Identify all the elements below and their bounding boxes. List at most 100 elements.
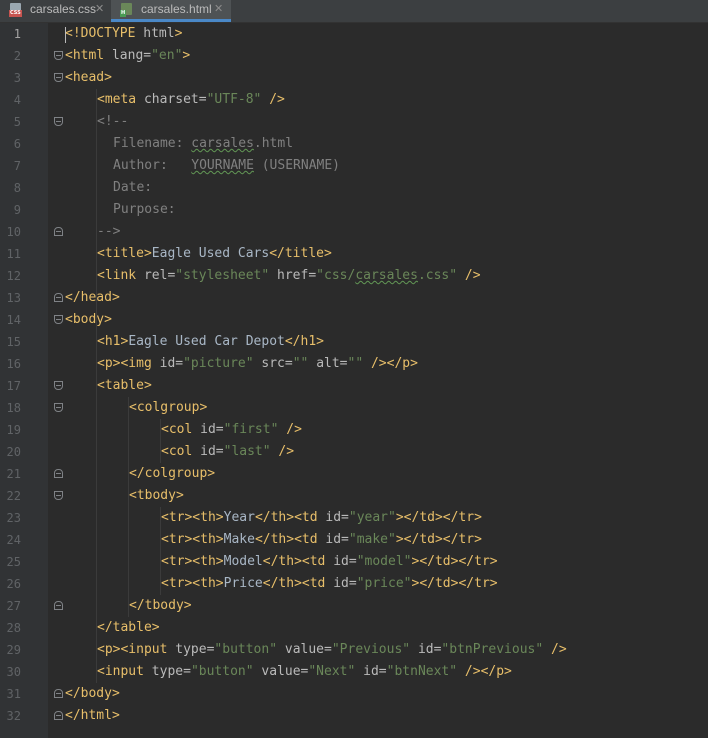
code-line[interactable]: 8 Date: — [0, 177, 708, 199]
code-text: </table> — [97, 620, 160, 635]
code-line[interactable]: 10 --> — [0, 221, 708, 243]
code-line[interactable]: 1 <!DOCTYPE html> — [0, 23, 708, 45]
code-line[interactable]: 3 <head> — [0, 67, 708, 89]
code-line[interactable]: 19 <col id="first" /> — [0, 419, 708, 441]
line-number: 30 — [6, 665, 21, 679]
fold-expand-icon[interactable] — [54, 51, 63, 60]
code-text: Author: YOURNAME (USERNAME) — [113, 158, 340, 173]
code-line[interactable]: 4 <meta charset="UTF-8" /> — [0, 89, 708, 111]
line-number: 14 — [6, 313, 21, 327]
code-text: <head> — [65, 70, 112, 85]
code-line[interactable]: 9 Purpose: — [0, 199, 708, 221]
fold-collapse-icon[interactable] — [54, 711, 63, 720]
code-line[interactable]: 30 <input type="button" value="Next" id="… — [0, 661, 708, 683]
line-number: 28 — [6, 621, 21, 635]
code-line[interactable]: 11 <title>Eagle Used Cars</title> — [0, 243, 708, 265]
code-text: <tr><th>Model</th><td id="model"></td></… — [161, 554, 498, 569]
code-line[interactable]: 2 <html lang="en"> — [0, 45, 708, 67]
code-text: <!DOCTYPE html> — [65, 26, 183, 41]
code-text: <tr><th>Year</th><td id="year"></td></tr… — [161, 510, 482, 525]
line-number: 26 — [6, 577, 21, 591]
code-line[interactable]: 26 <tr><th>Price</th><td id="price"></td>… — [0, 573, 708, 595]
close-icon[interactable]: ✕ — [95, 0, 104, 19]
line-number: 1 — [13, 27, 21, 41]
fold-expand-icon[interactable] — [54, 491, 63, 500]
code-line[interactable]: 22 <tbody> — [0, 485, 708, 507]
tab-label: carsales.css — [30, 2, 97, 16]
code-text: <p><img id="picture" src="" alt="" /></p… — [97, 356, 418, 371]
code-line[interactable]: 12 <link rel="stylesheet" href="css/carsa… — [0, 265, 708, 287]
code-line[interactable]: 7 Author: YOURNAME (USERNAME) — [0, 155, 708, 177]
line-number: 2 — [13, 49, 21, 63]
code-text: </body> — [65, 686, 120, 701]
fold-expand-icon[interactable] — [54, 117, 63, 126]
line-number: 16 — [6, 357, 21, 371]
text-caret — [65, 27, 66, 43]
line-number: 24 — [6, 533, 21, 547]
code-text: </colgroup> — [129, 466, 216, 481]
code-text: </head> — [65, 290, 120, 305]
fold-expand-icon[interactable] — [54, 381, 63, 390]
line-number: 10 — [6, 225, 21, 239]
line-number: 25 — [6, 555, 21, 569]
code-line[interactable]: 29 <p><input type="button" value="Previou… — [0, 639, 708, 661]
indent-guide — [160, 419, 161, 463]
code-text: </html> — [65, 708, 120, 723]
fold-collapse-icon[interactable] — [54, 293, 63, 302]
code-line[interactable]: 13 </head> — [0, 287, 708, 309]
code-text: --> — [97, 224, 121, 239]
code-line[interactable]: 16 <p><img id="picture" src="" alt="" /><… — [0, 353, 708, 375]
line-number: 5 — [13, 115, 21, 129]
fold-collapse-icon[interactable] — [54, 689, 63, 698]
code-line[interactable]: 20 <col id="last" /> — [0, 441, 708, 463]
fold-collapse-icon[interactable] — [54, 469, 63, 478]
code-line[interactable]: 17 <table> — [0, 375, 708, 397]
line-number: 3 — [13, 71, 21, 85]
active-tab-indicator — [111, 19, 231, 22]
code-line[interactable]: 15 <h1>Eagle Used Car Depot</h1> — [0, 331, 708, 353]
code-line[interactable]: 24 <tr><th>Make</th><td id="make"></td></… — [0, 529, 708, 551]
tab-carsales-css[interactable]: CSS carsales.css ✕ — [0, 0, 111, 22]
code-text: <link rel="stylesheet" href="css/carsale… — [97, 268, 481, 283]
line-number: 11 — [6, 247, 21, 261]
fold-expand-icon[interactable] — [54, 73, 63, 82]
code-text: <title>Eagle Used Cars</title> — [97, 246, 332, 261]
code-line[interactable]: 21 </colgroup> — [0, 463, 708, 485]
line-number: 17 — [6, 379, 21, 393]
code-line[interactable]: 27 </tbody> — [0, 595, 708, 617]
line-number: 6 — [13, 137, 21, 151]
code-line[interactable]: 18 <colgroup> — [0, 397, 708, 419]
code-text: <tr><th>Price</th><td id="price"></td></… — [161, 576, 498, 591]
code-line[interactable]: 23 <tr><th>Year</th><td id="year"></td></… — [0, 507, 708, 529]
code-line[interactable]: 32 </html> — [0, 705, 708, 727]
code-text: <h1>Eagle Used Car Depot</h1> — [97, 334, 324, 349]
code-text: <p><input type="button" value="Previous"… — [97, 642, 567, 657]
line-number: 29 — [6, 643, 21, 657]
indent-guide — [128, 397, 129, 617]
code-line[interactable]: 25 <tr><th>Model</th><td id="model"></td>… — [0, 551, 708, 573]
line-number: 19 — [6, 423, 21, 437]
line-number: 8 — [13, 181, 21, 195]
fold-expand-icon[interactable] — [54, 403, 63, 412]
code-text: Purpose: — [113, 202, 176, 217]
line-number: 13 — [6, 291, 21, 305]
line-number: 27 — [6, 599, 21, 613]
code-text: <!-- — [97, 114, 129, 129]
code-text: <tbody> — [129, 488, 184, 503]
code-text: <meta charset="UTF-8" /> — [97, 92, 285, 107]
fold-collapse-icon[interactable] — [54, 227, 63, 236]
code-line[interactable]: 6 Filename: carsales.html — [0, 133, 708, 155]
code-line[interactable]: 14 <body> — [0, 309, 708, 331]
fold-expand-icon[interactable] — [54, 315, 63, 324]
code-text: <tr><th>Make</th><td id="make"></td></tr… — [161, 532, 482, 547]
close-icon[interactable]: ✕ — [214, 0, 223, 19]
css-file-icon: CSS — [9, 3, 23, 17]
code-line[interactable]: 28 </table> — [0, 617, 708, 639]
line-number: 20 — [6, 445, 21, 459]
fold-collapse-icon[interactable] — [54, 601, 63, 610]
code-line[interactable]: 31 </body> — [0, 683, 708, 705]
code-line[interactable]: 5 <!-- — [0, 111, 708, 133]
code-text: <col id="first" /> — [161, 422, 302, 437]
tab-carsales-html[interactable]: H carsales.html ✕ — [111, 0, 231, 22]
tab-label: carsales.html — [141, 2, 212, 16]
